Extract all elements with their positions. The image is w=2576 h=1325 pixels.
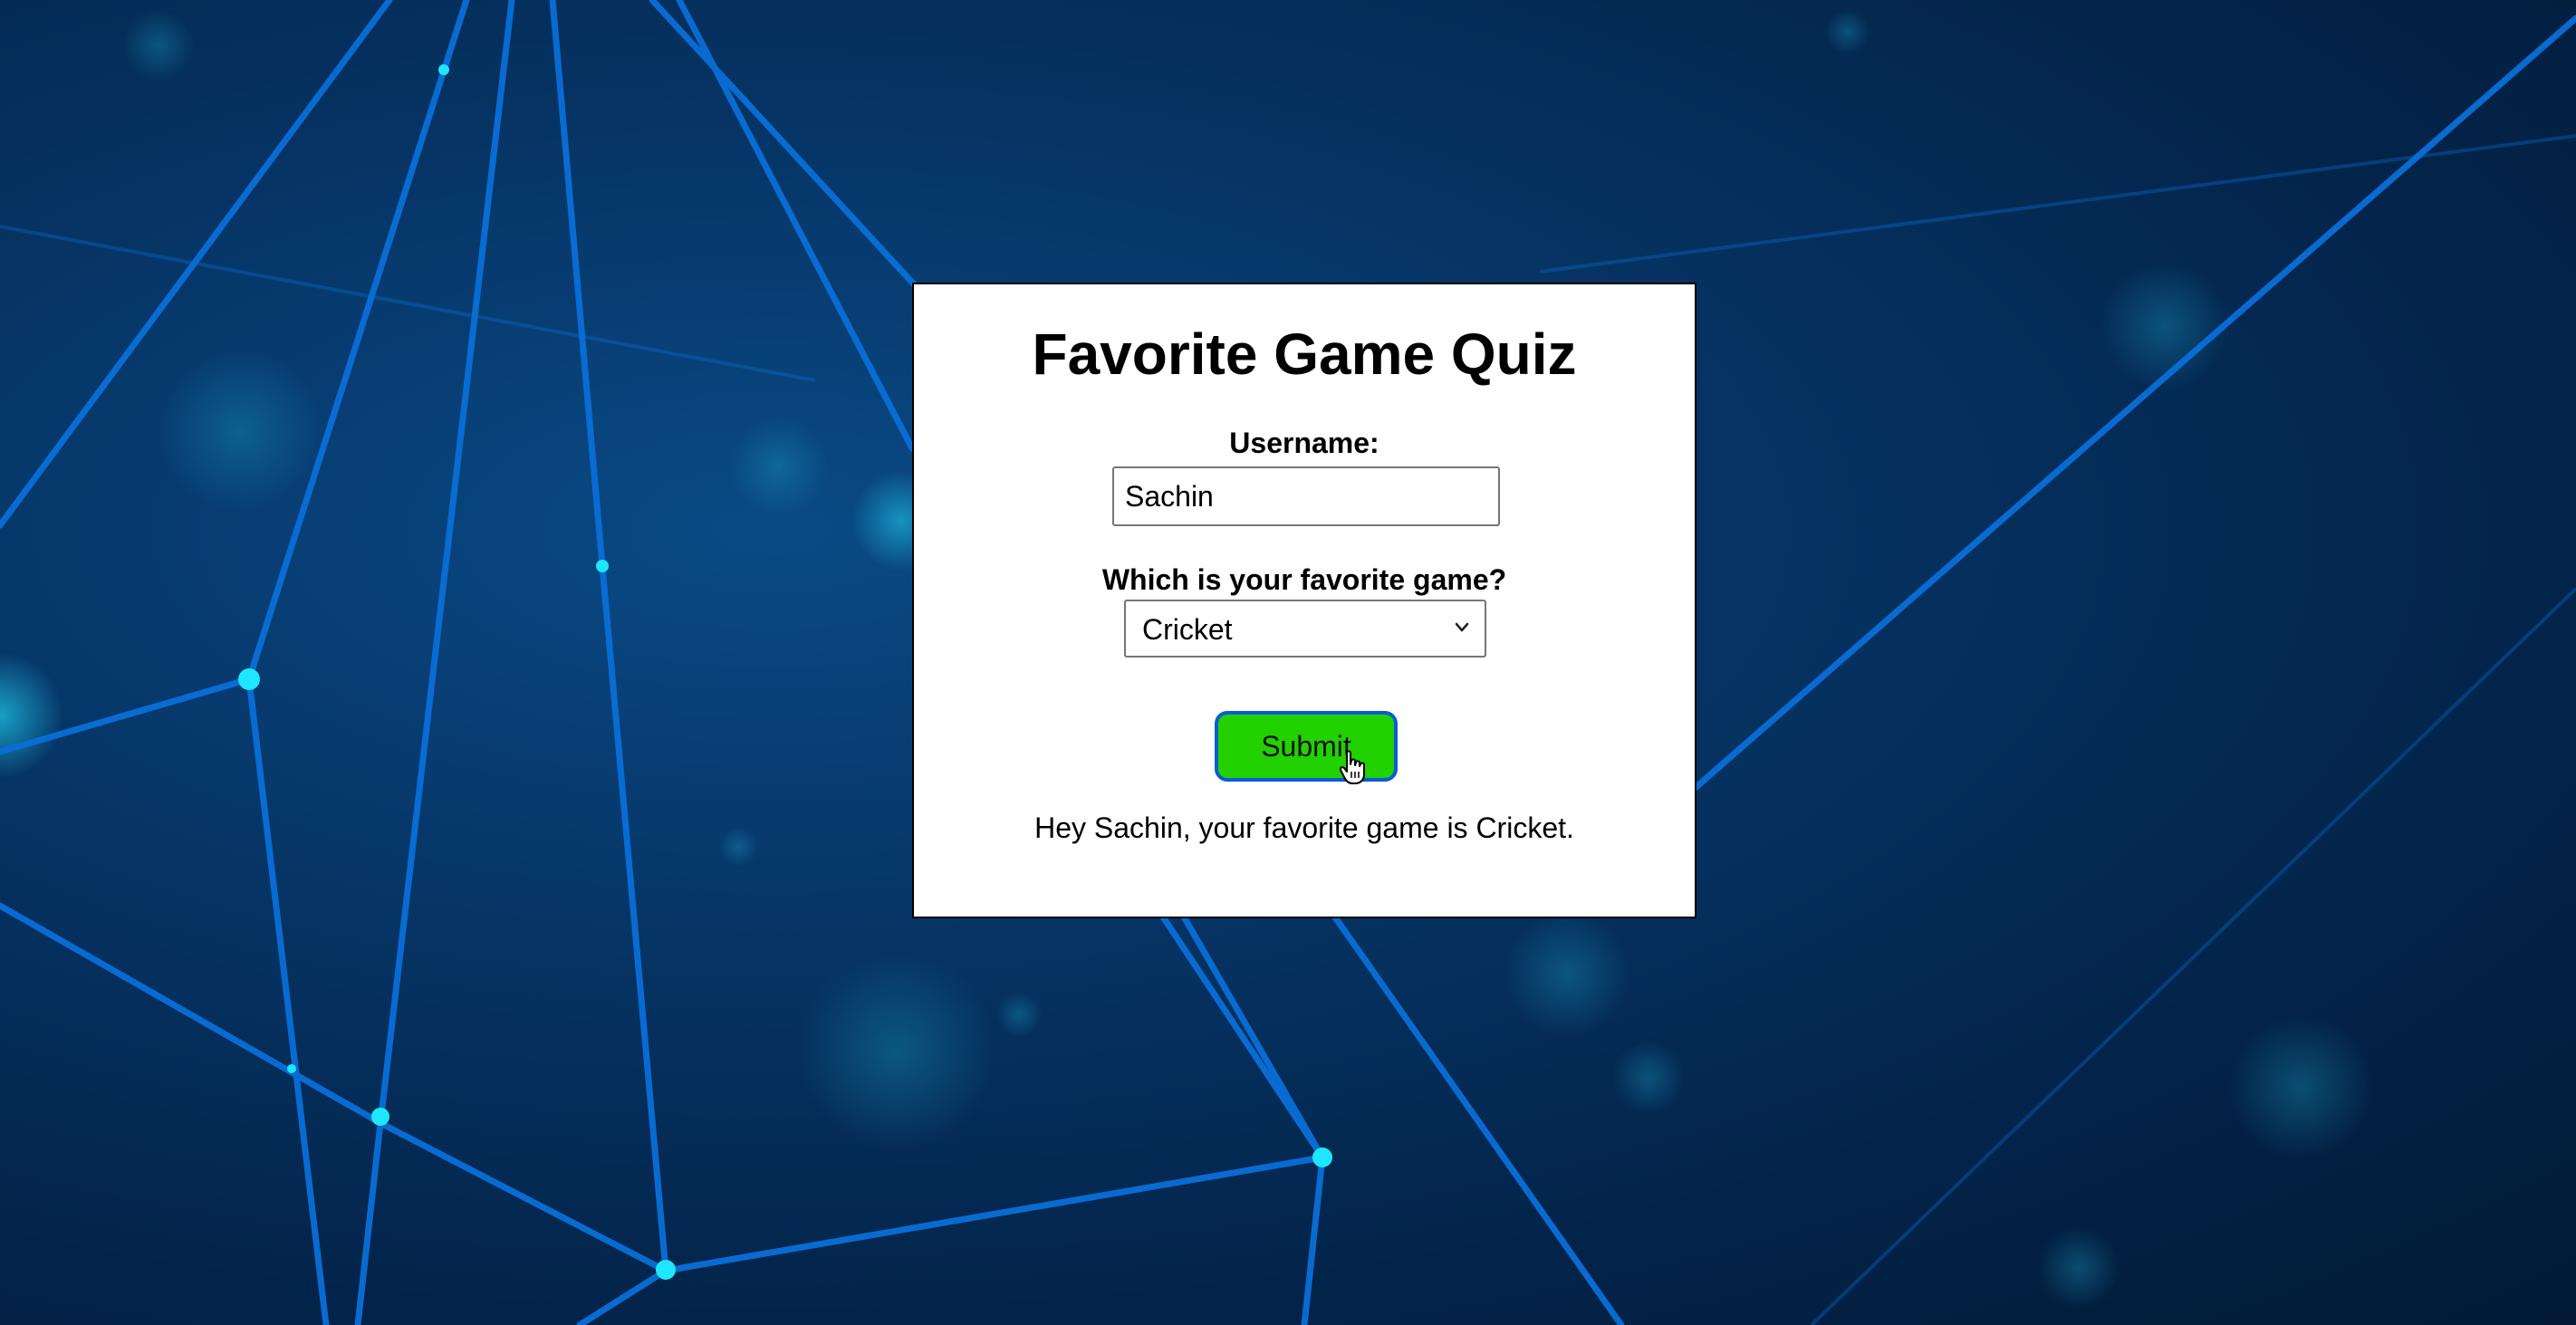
username-input[interactable] [1112, 466, 1500, 526]
submit-button[interactable]: Submit [1215, 711, 1398, 782]
chevron-down-icon [1455, 622, 1469, 632]
result-message: Hey Sachin, your favorite game is Cricke… [1034, 811, 1574, 844]
favorite-game-label: Which is your favorite game? [1101, 563, 1507, 596]
favorite-game-select[interactable]: Cricket [1124, 600, 1486, 658]
username-label: Username: [1229, 427, 1379, 459]
page-title: Favorite Game Quiz [1032, 322, 1577, 387]
quiz-card: Favorite Game Quiz Username: Which is yo… [912, 283, 1697, 918]
favorite-game-selected-value: Cricket [1142, 613, 1233, 646]
